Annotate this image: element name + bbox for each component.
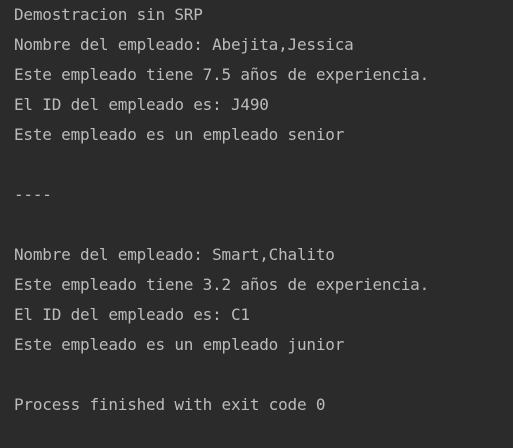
console-line: El ID del empleado es: J490 (14, 95, 269, 114)
console-line: Nombre del empleado: Smart,Chalito (14, 245, 335, 264)
console-line: Process finished with exit code 0 (14, 395, 326, 414)
console-line: Este empleado es un empleado senior (14, 125, 345, 144)
console-output: Demostracion sin SRP Nombre del empleado… (0, 0, 513, 448)
console-line: ---- (14, 185, 52, 204)
console-line: Este empleado es un empleado junior (14, 335, 345, 354)
console-line: Este empleado tiene 3.2 años de experien… (14, 275, 430, 294)
console-line: Nombre del empleado: Abejita,Jessica (14, 35, 354, 54)
console-line: Este empleado tiene 7.5 años de experien… (14, 65, 430, 84)
console-line: Demostracion sin SRP (14, 5, 203, 24)
console-line: El ID del empleado es: C1 (14, 305, 250, 324)
